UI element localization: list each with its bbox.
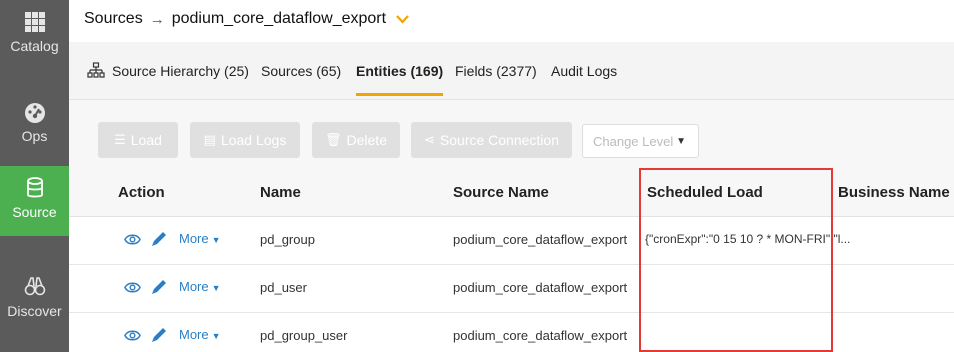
sidebar-item-catalog[interactable]: Catalog: [0, 0, 69, 70]
share-icon: ⋖: [424, 132, 435, 147]
cell-source-name: podium_core_dataflow_export: [453, 328, 628, 343]
table-row: More ▼ pd_group_user podium_core_dataflow…: [69, 313, 954, 352]
sidebar-item-label: Source: [12, 204, 57, 220]
column-header-business-name[interactable]: Business Name: [838, 184, 950, 201]
list-icon: ☰: [114, 132, 126, 147]
tab-label: Fields (2377): [455, 63, 537, 79]
delete-button-label: Delete: [346, 132, 387, 148]
caret-down-icon: ▼: [211, 283, 221, 293]
more-dropdown[interactable]: More ▼: [179, 231, 221, 246]
hierarchy-icon: [87, 62, 105, 78]
table-header: Action Name Source Name Scheduled Load B…: [69, 168, 954, 217]
sidebar-item-label: Ops: [21, 128, 48, 144]
tab-entities[interactable]: Entities (169): [356, 42, 444, 100]
column-header-source-name[interactable]: Source Name: [453, 184, 549, 201]
column-header-action[interactable]: Action: [118, 184, 165, 201]
load-logs-button-label: Load Logs: [220, 132, 287, 148]
more-dropdown[interactable]: More ▼: [179, 327, 221, 342]
sidebar-item-source[interactable]: Source: [0, 166, 69, 236]
column-header-name[interactable]: Name: [260, 184, 301, 201]
tab-fields[interactable]: Fields (2377): [455, 42, 537, 100]
cell-name: pd_group: [260, 232, 315, 247]
binoculars-icon: [24, 277, 45, 296]
pencil-icon[interactable]: [149, 325, 169, 345]
tab-label: Sources (65): [261, 63, 342, 79]
tab-audit-logs[interactable]: Audit Logs: [551, 42, 617, 100]
sidebar: Catalog Ops Source Discover: [0, 0, 69, 352]
cell-name: pd_group_user: [260, 328, 348, 343]
load-button-label: Load: [130, 132, 162, 148]
load-logs-button[interactable]: ▤ Load Logs: [190, 122, 300, 158]
more-dropdown[interactable]: More ▼: [179, 279, 221, 294]
eye-icon[interactable]: [124, 231, 141, 248]
tab-sources[interactable]: Sources (65): [261, 42, 341, 100]
change-level-select[interactable]: Change Level ▼: [582, 124, 699, 158]
more-label: More: [179, 327, 209, 342]
column-header-scheduled-load[interactable]: Scheduled Load: [647, 184, 763, 201]
breadcrumb-current: podium_core_dataflow_export: [171, 10, 387, 27]
tab-source-hierarchy[interactable]: Source Hierarchy (25): [87, 42, 249, 100]
sidebar-item-label: Discover: [7, 303, 62, 319]
sidebar-item-discover[interactable]: Discover: [0, 265, 69, 335]
trash-icon: 🗑: [325, 132, 342, 147]
caret-down-icon: ▼: [676, 135, 686, 147]
database-icon: [26, 177, 43, 198]
tab-label: Source Hierarchy (25): [112, 63, 249, 79]
more-label: More: [179, 279, 209, 294]
breadcrumb: Sources → podium_core_dataflow_export: [84, 8, 409, 30]
grid-icon: [24, 12, 45, 32]
caret-down-icon: ▼: [211, 235, 221, 245]
cell-name: pd_user: [260, 280, 307, 295]
cell-source-name: podium_core_dataflow_export: [453, 232, 628, 247]
breadcrumb-separator: →: [149, 10, 165, 28]
eye-icon[interactable]: [124, 279, 141, 296]
load-button[interactable]: ☰ Load: [98, 122, 178, 158]
caret-down-icon: ▼: [211, 331, 221, 341]
sidebar-item-label: Catalog: [10, 38, 59, 54]
toolbar: ☰ Load ▤ Load Logs 🗑 Delete ⋖ Source Con…: [69, 100, 954, 178]
chevron-down-icon[interactable]: [396, 11, 409, 27]
log-list-icon: ▤: [203, 132, 216, 147]
change-level-placeholder: Change Level: [593, 133, 674, 149]
tab-bar: Source Hierarchy (25) Sources (65) Entit…: [69, 42, 954, 100]
tab-label: Entities (169): [356, 63, 444, 79]
cell-scheduled-load: {"cronExpr":"0 15 10 ? * MON-FRI","l...: [645, 232, 851, 246]
delete-button[interactable]: 🗑 Delete: [312, 122, 400, 158]
eye-icon[interactable]: [124, 327, 141, 344]
source-connection-button-label: Source Connection: [439, 132, 559, 148]
sidebar-item-ops[interactable]: Ops: [0, 90, 69, 160]
tab-label: Audit Logs: [551, 63, 618, 79]
table-row: More ▼ pd_user podium_core_dataflow_expor…: [69, 265, 954, 313]
dashboard-gauge-icon: [24, 103, 45, 123]
pencil-icon[interactable]: [149, 229, 169, 249]
more-label: More: [179, 231, 209, 246]
source-connection-button[interactable]: ⋖ Source Connection: [411, 122, 572, 158]
pencil-icon[interactable]: [149, 277, 169, 297]
breadcrumb-root[interactable]: Sources: [84, 10, 143, 28]
cell-source-name: podium_core_dataflow_export: [453, 280, 628, 295]
table-row: More ▼ pd_group podium_core_dataflow_expo…: [69, 217, 954, 265]
